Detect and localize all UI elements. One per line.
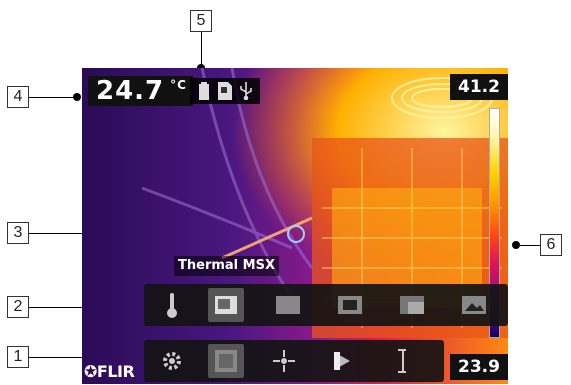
temperature-scale-icon[interactable] xyxy=(384,344,420,378)
picture-in-picture-icon[interactable] xyxy=(332,288,368,322)
scale-min-temperature: 23.9 xyxy=(450,354,508,380)
sd-card-icon xyxy=(218,82,232,104)
callout-2: 2 xyxy=(7,296,29,318)
flir-logo-mark: ✪ xyxy=(84,362,97,381)
image-mode-toolbar xyxy=(144,284,508,326)
measurement-icon[interactable] xyxy=(266,344,302,378)
color-palette-icon[interactable] xyxy=(324,344,360,378)
spot-temperature-value: 24.7 xyxy=(96,76,165,106)
spot-temperature-readout: 24.7 °C xyxy=(88,76,193,106)
main-menu-toolbar xyxy=(144,340,444,382)
image-mode-label: Thermal MSX xyxy=(174,256,279,276)
flir-logo: ✪FLIR xyxy=(84,362,135,382)
visual-camera-icon[interactable] xyxy=(456,288,492,322)
usb-icon xyxy=(238,82,254,104)
callout-1: 1 xyxy=(7,346,29,368)
callout-4-dot xyxy=(73,93,81,101)
thermometer-icon[interactable] xyxy=(154,288,190,322)
callout-5-line xyxy=(201,32,202,68)
scale-max-temperature: 41.2 xyxy=(450,74,508,100)
thermal-camera-screen: 24.7 °C 41.2 23.9 Thermal MSX ✪FLIR xyxy=(82,68,508,384)
flir-brand-text: FLIR xyxy=(96,362,135,381)
settings-gear-icon[interactable] xyxy=(154,344,190,378)
thermal-mode-icon[interactable] xyxy=(208,288,244,322)
callout-3: 3 xyxy=(7,222,29,244)
callout-5: 5 xyxy=(190,10,212,32)
thermal-only-icon[interactable] xyxy=(270,288,306,322)
thermal-image xyxy=(82,68,508,384)
fusion-icon[interactable] xyxy=(394,288,430,322)
callout-6-dot xyxy=(512,241,520,249)
battery-icon xyxy=(198,82,210,104)
image-mode-icon[interactable] xyxy=(208,344,244,378)
callout-6: 6 xyxy=(540,234,562,256)
temperature-unit: °C xyxy=(170,78,187,92)
status-icons-bar xyxy=(190,78,260,104)
callout-4-line xyxy=(29,97,77,98)
callout-4: 4 xyxy=(7,86,29,108)
